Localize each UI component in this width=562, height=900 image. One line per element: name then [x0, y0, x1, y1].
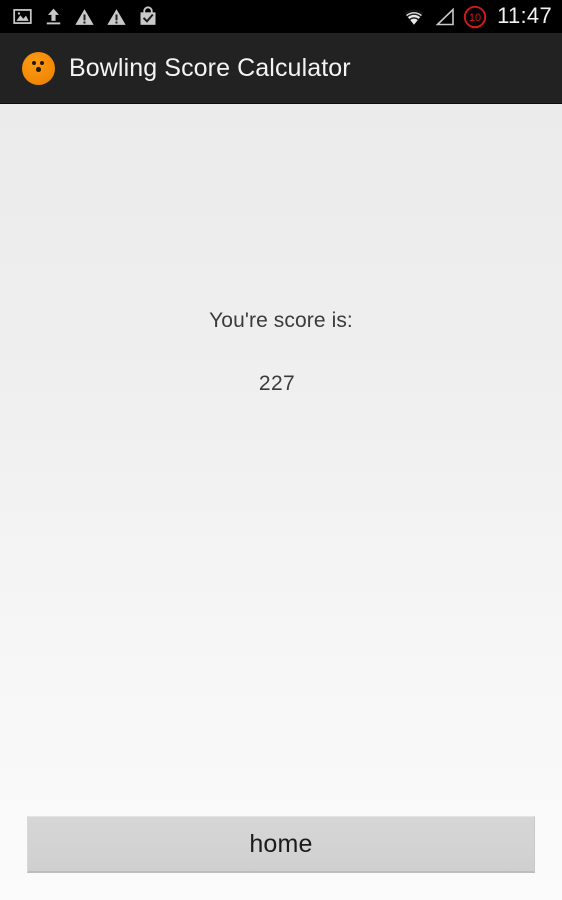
shopping-bag-check-icon	[138, 6, 158, 27]
main-content: You're score is: 227 home	[0, 104, 562, 900]
bowling-ball-hole	[36, 66, 41, 72]
app-title: Bowling Score Calculator	[69, 53, 351, 82]
wifi-icon	[401, 7, 427, 27]
home-button-label: home	[249, 829, 313, 858]
action-bar: Bowling Score Calculator	[0, 33, 562, 104]
battery-icon: 10	[463, 5, 487, 29]
warning-triangle-icon	[74, 7, 95, 27]
bowling-ball-icon	[22, 51, 55, 85]
app-screen: 10 11:47 Bowling Score Calculator You're…	[0, 0, 562, 900]
upload-icon	[44, 6, 63, 27]
bowling-ball-hole	[32, 60, 36, 65]
score-value: 227	[258, 372, 296, 395]
svg-text:10: 10	[469, 12, 481, 24]
status-bar: 10 11:47	[0, 0, 562, 33]
bowling-ball-hole	[40, 60, 44, 65]
status-bar-system-icons: 10 11:47	[401, 5, 552, 29]
status-bar-clock: 11:47	[497, 3, 552, 28]
home-button[interactable]: home	[27, 816, 535, 873]
score-label: You're score is:	[209, 309, 353, 332]
warning-triangle-icon	[106, 7, 127, 27]
cellular-signal-icon	[434, 7, 456, 27]
status-bar-notification-icons	[12, 6, 158, 27]
photo-icon	[12, 6, 33, 27]
